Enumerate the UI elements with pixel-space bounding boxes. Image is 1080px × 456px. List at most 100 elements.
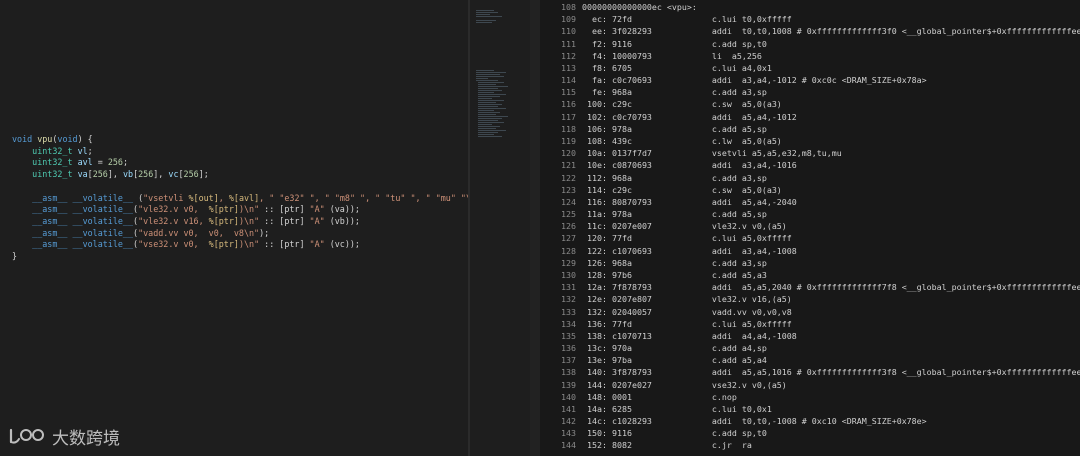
line-number: 123: [561, 184, 576, 195]
code-line[interactable]: uint32_t va[256], vb[256], vc[256];: [12, 169, 468, 181]
disasm-text: 120: 77fd c.lui a5,0xfffff: [582, 233, 792, 244]
minimap-line: [478, 114, 496, 115]
disasm-row[interactable]: 133 132: 02040057 vadd.vv v0,v0,v8: [540, 307, 1080, 318]
scrollbar-gutter[interactable]: [530, 0, 540, 456]
disasm-row[interactable]: 139 144: 0207e027 vse32.v v0,(a5): [540, 380, 1080, 391]
disasm-row[interactable]: 112 f4: 10000793 li a5,256: [540, 51, 1080, 62]
code-line[interactable]: __asm__ __volatile__("vse32.v v0, %[ptr]…: [12, 239, 468, 251]
minimap-line: [478, 122, 504, 123]
code-token: "A": [309, 204, 325, 215]
minimap[interactable]: [470, 0, 530, 456]
code-token: )\n": [238, 215, 260, 226]
code-token: (vb));: [324, 215, 360, 226]
code-line[interactable]: uint32_t vl;: [12, 146, 468, 158]
disasm-row[interactable]: 138 140: 3f878793 addi a5,a5,1016 # 0xff…: [540, 367, 1080, 378]
disasm-row[interactable]: 137 13e: 97ba c.add a5,a4: [540, 355, 1080, 366]
code-line[interactable]: __asm__ __volatile__("vle32.v v0, %[ptr]…: [12, 204, 468, 216]
code-token: vc: [168, 169, 179, 180]
disasm-row[interactable]: 142 14c: c1028293 addi t0,t0,-1008 # 0xc…: [540, 416, 1080, 427]
code-token: "m8": [334, 192, 355, 203]
code-token: %[ptr]: [208, 215, 239, 226]
code-token: %[ptr]: [208, 239, 239, 250]
disassembly-pane[interactable]: 108 00000000000000ec <vpu>: 109 ec: 72fd c…: [540, 0, 1080, 456]
disasm-text: 10a: 0137f7d7 vsetvli a5,a5,e32,m8,tu,mu: [582, 148, 842, 159]
disasm-row[interactable]: 114 fa: c0c70693 addi a3,a4,-1012 # 0xc0…: [540, 75, 1080, 86]
line-number: 142: [561, 416, 576, 427]
code-token: )\n": [238, 204, 260, 215]
disasm-text: ec: 72fd c.lui t0,0xfffff: [582, 14, 792, 25]
line-number: 139: [561, 379, 576, 390]
disasm-row[interactable]: 140 148: 0001 c.nop: [540, 392, 1080, 403]
disasm-row[interactable]: 130 128: 97b6 c.add a5,a3: [540, 270, 1080, 281]
code-token: __volatile__: [72, 227, 134, 238]
disasm-text: 11a: 978a c.add a5,sp: [582, 209, 767, 220]
disasm-text: 11c: 0207e007 vle32.v v0,(a5): [582, 221, 787, 232]
line-number: 108: [561, 2, 576, 12]
disasm-row[interactable]: 119 108: 439c c.lw a5,0(a5): [540, 136, 1080, 147]
code-token: (: [133, 192, 144, 203]
disasm-text: f4: 10000793 li a5,256: [582, 50, 762, 61]
disasm-row[interactable]: 136 13c: 970a c.add a4,sp: [540, 343, 1080, 354]
source-editor-pane[interactable]: void vpu(void) { uint32_t vl; uint32_t a…: [0, 0, 468, 456]
disasm-row[interactable]: 129 126: 968a c.add a3,sp: [540, 258, 1080, 269]
disasm-row[interactable]: 128 122: c1070693 addi a3,a4,-1008: [540, 246, 1080, 257]
disasm-text: f2: 9116 c.add sp,t0: [582, 38, 767, 49]
line-number: 110: [561, 26, 576, 37]
disasm-row[interactable]: 124 116: 80870793 addi a5,a4,-2040: [540, 197, 1080, 208]
minimap-line: [478, 130, 506, 131]
disasm-row[interactable]: 125 11a: 978a c.add a5,sp: [540, 209, 1080, 220]
disasm-row[interactable]: 117 102: c0c70793 addi a5,a4,-1012: [540, 112, 1080, 123]
disasm-row[interactable]: 118 106: 978a c.add a5,sp: [540, 124, 1080, 135]
source-code[interactable]: void vpu(void) { uint32_t vl; uint32_t a…: [12, 134, 468, 263]
disasm-row[interactable]: 113 f8: 6705 c.lui a4,0x1: [540, 63, 1080, 74]
disasm-row[interactable]: 115 fe: 968a c.add a3,sp: [540, 87, 1080, 98]
disasm-row[interactable]: 120 10a: 0137f7d7 vsetvli a5,a5,e32,m8,t…: [540, 148, 1080, 159]
disasm-row[interactable]: 122 112: 968a c.add a3,sp: [540, 173, 1080, 184]
minimap-line: [478, 98, 492, 99]
code-token: :: [ptr]: [259, 239, 310, 250]
disasm-text: 13c: 970a c.add a4,sp: [582, 343, 767, 354]
disasm-row[interactable]: 111 f2: 9116 c.add sp,t0: [540, 39, 1080, 50]
disasm-row[interactable]: 131 12a: 7f878793 addi a5,a5,2040 # 0xff…: [540, 282, 1080, 293]
disasm-row[interactable]: 121 10e: c0870693 addi a3,a4,-1016: [540, 160, 1080, 171]
line-number: 140: [561, 391, 576, 402]
code-token: ", ": [410, 192, 431, 203]
code-line[interactable]: uint32_t avl = 256;: [12, 157, 468, 169]
code-token: "vsetvli: [143, 192, 189, 203]
disasm-text: 122: c1070693 addi a3,a4,-1008: [582, 245, 797, 256]
disasm-row[interactable]: 108 00000000000000ec <vpu>:: [540, 2, 1080, 13]
disasm-row[interactable]: 143 150: 9116 c.add sp,t0: [540, 428, 1080, 439]
code-token: =: [92, 157, 108, 168]
code-line[interactable]: __asm__ __volatile__("vadd.vv v0, v0, v8…: [12, 228, 468, 240]
disasm-row[interactable]: 109 ec: 72fd c.lui t0,0xfffff: [540, 14, 1080, 25]
line-number: 136: [561, 343, 576, 354]
disasm-row[interactable]: 132 12e: 0207e807 vle32.v v16,(a5): [540, 294, 1080, 305]
minimap-line: [478, 136, 502, 137]
disasm-row[interactable]: 110 ee: 3f028293 addi t0,t0,1008 # 0xfff…: [540, 26, 1080, 37]
disasm-row[interactable]: 141 14a: 6285 c.lui t0,0x1: [540, 404, 1080, 415]
code-line[interactable]: [12, 181, 468, 193]
disasm-row[interactable]: 127 120: 77fd c.lui a5,0xfffff: [540, 233, 1080, 244]
disasm-row[interactable]: 126 11c: 0207e007 vle32.v v0,(a5): [540, 221, 1080, 232]
disasm-text: 100: c29c c.sw a5,0(a3): [582, 99, 782, 110]
code-token: "vle32.v v16,: [138, 215, 209, 226]
code-token: );: [259, 227, 270, 238]
disasm-row[interactable]: 116 100: c29c c.sw a5,0(a3): [540, 99, 1080, 110]
code-line[interactable]: }: [12, 251, 468, 263]
code-line[interactable]: __asm__ __volatile__ ("vsetvli %[out], %…: [12, 193, 468, 205]
code-line[interactable]: void vpu(void) {: [12, 134, 468, 146]
disasm-row[interactable]: 144 152: 8082 c.jr ra: [540, 440, 1080, 451]
minimap-line: [478, 88, 498, 89]
code-token: 256: [107, 157, 123, 168]
disasm-text: 112: 968a c.add a3,sp: [582, 172, 767, 183]
disasm-row[interactable]: 134 136: 77fd c.lui a5,0xfffff: [540, 319, 1080, 330]
disasm-row[interactable]: 123 114: c29c c.sw a5,0(a3): [540, 185, 1080, 196]
disasm-row[interactable]: 135 138: c1070713 addi a4,a4,-1008: [540, 331, 1080, 342]
code-token: "tu": [385, 192, 406, 203]
code-line[interactable]: __asm__ __volatile__("vle32.v v16, %[ptr…: [12, 216, 468, 228]
code-token: __volatile__: [72, 192, 134, 203]
minimap-line: [476, 20, 496, 21]
watermark-text: 大数跨境: [52, 428, 120, 449]
